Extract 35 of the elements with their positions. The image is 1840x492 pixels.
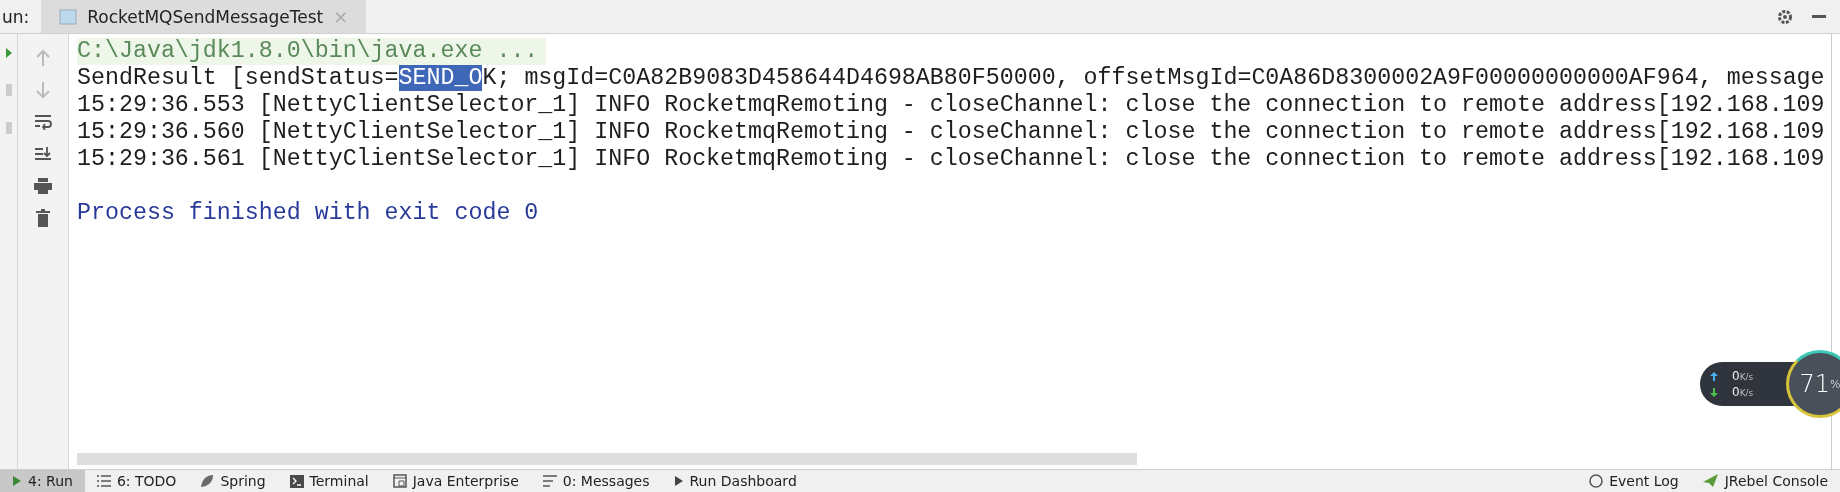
exit-message: Process finished with exit code 0 [77,200,539,227]
play-icon [673,475,684,487]
usage-dial: 71% [1786,350,1840,418]
console-line: SendResult [sendStatus=SEND_OK; msgId=C0A82B9083D458644D4698AB80F50000, offsetMsgId=C0A86D8300002A9F00000000000AF964, message [77,65,1825,92]
window-icon [59,8,78,25]
tool-window-button[interactable]: Java Enterprise [380,470,531,492]
run-tab[interactable]: RocketMQSendMessageTest × [41,0,367,33]
console-line: 15:29:36.560 [NettyClientSelector_1] INFO RocketmqRemoting - closeChannel: close the connection to remote address[192.168.109 [77,119,1825,146]
tool-window-button[interactable]: 0: Messages [530,470,662,492]
download-rate: 0K/s [1732,385,1754,399]
down-arrow-icon [1710,387,1718,397]
tool-window-button[interactable]: Run Dashboard [661,470,809,492]
terminal-icon [289,474,304,488]
tool-window-button[interactable]: 4: Run [0,470,85,492]
scrollbar[interactable] [77,453,1137,465]
tool-window-button[interactable]: Event Log [1577,470,1691,492]
rerun-icon[interactable] [5,48,12,58]
console-line: 15:29:36.553 [NettyClientSelector_1] INFO RocketmqRemoting - closeChannel: close the connection to remote address[192.168.109 [77,92,1825,119]
upload-rate: 0K/s [1732,369,1754,383]
settings-icon[interactable] [1776,7,1794,26]
window-icon [392,474,407,488]
circle-icon [1589,474,1604,488]
minimize-icon[interactable] [1812,14,1826,19]
lines-icon [542,475,557,487]
tool-window-button[interactable]: Spring [188,470,278,492]
rebel-icon [1702,474,1719,488]
tool-window-button[interactable]: 6: TODO [84,470,189,492]
tool-window-button[interactable]: JRebel Console [1690,470,1840,492]
run-label: un: [1,5,31,29]
leaf-icon [200,474,215,488]
list-icon [96,475,111,487]
play-icon [12,475,22,487]
console-line: 15:29:36.561 [NettyClientSelector_1] INFO RocketmqRemoting - closeChannel: close the connection to remote address[192.168.109 [77,146,1825,173]
up-arrow-icon [1710,371,1718,381]
tool-window-button[interactable]: Terminal [277,470,381,492]
